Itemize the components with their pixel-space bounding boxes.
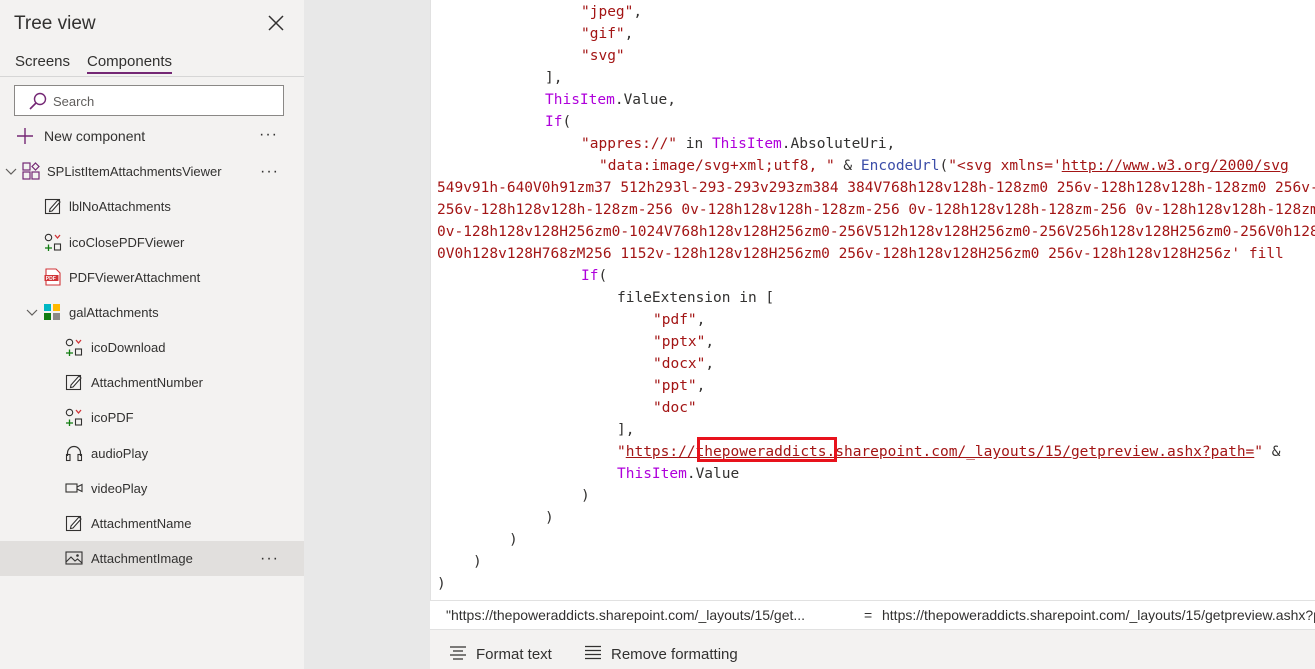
shapes-icon — [65, 408, 83, 426]
formula-result-bar: "https://thepoweraddicts.sharepoint.com/… — [430, 600, 1315, 630]
tree-item-label: icoDownload — [91, 340, 166, 355]
tree-item-label: icoClosePDFViewer — [69, 235, 185, 250]
result-value: https://thepoweraddicts.sharepoint.com/_… — [882, 607, 1315, 623]
tree-item-attachmentname[interactable]: AttachmentName — [0, 506, 304, 541]
svg-text:PDF: PDF — [46, 276, 56, 282]
search-icon — [29, 92, 47, 110]
tree-item-videoplay[interactable]: videoPlay — [0, 471, 304, 506]
format-text-icon — [450, 646, 466, 660]
code-line: ) — [581, 488, 590, 504]
tree-item-attachmentimage[interactable]: AttachmentImage ··· — [0, 541, 304, 576]
result-equals: = — [864, 607, 873, 623]
close-icon[interactable] — [266, 13, 286, 33]
tab-bar: Screens Components — [0, 52, 304, 77]
edit-label-icon — [65, 515, 82, 532]
code-line: "doc" — [653, 400, 697, 416]
result-expression: "https://thepoweraddicts.sharepoint.com/… — [446, 607, 806, 623]
code-line: 0V0h128v128H768zM256 1152v-128h128v128H2… — [437, 246, 1284, 262]
tree-item-label: galAttachments — [69, 305, 159, 320]
tree-item-label: audioPlay — [91, 446, 149, 461]
gallery-icon — [44, 304, 60, 320]
code-line: ) — [437, 576, 446, 592]
code-line: "data:image/svg+xml;utf8, " & EncodeUrl(… — [599, 158, 1289, 174]
tab-screens[interactable]: Screens — [15, 53, 70, 70]
tree-item-galattachments[interactable]: galAttachments — [0, 295, 304, 330]
tree-item-label: icoPDF — [91, 410, 134, 425]
more-options-icon[interactable]: ··· — [260, 164, 279, 180]
tree-item-attachmentnumber[interactable]: AttachmentNumber — [0, 365, 304, 400]
component-icon — [22, 162, 40, 180]
tree-item-lblnoattachments[interactable]: lblNoAttachments — [0, 189, 304, 224]
tree-item-label: PDFViewerAttachment — [69, 270, 201, 285]
tree-item-label: AttachmentName — [91, 516, 192, 531]
edit-label-icon — [65, 374, 82, 391]
tab-components[interactable]: Components — [87, 53, 173, 74]
headphones-icon — [65, 445, 83, 462]
video-icon — [65, 483, 83, 493]
code-line: If( — [545, 114, 572, 130]
code-line: "jpeg", — [581, 4, 643, 20]
search-box[interactable] — [14, 85, 284, 116]
edit-label-icon — [44, 198, 61, 215]
formula-toolbar: Format text Remove formatting — [430, 630, 1315, 669]
code-line: ) — [473, 554, 482, 570]
code-line: 549v91h-640V0h91zm37 512h293l-293-293v29… — [437, 180, 1315, 196]
new-component-more-icon[interactable]: ··· — [259, 127, 278, 143]
code-line: 256v-128h128v128h-128zm-256 0v-128h128v1… — [437, 202, 1315, 218]
code-line: ], — [545, 70, 563, 86]
code-line: fileExtension in [ — [617, 290, 775, 306]
code-line: "gif", — [581, 26, 634, 42]
panel-title: Tree view — [14, 13, 96, 34]
tree-view-panel: Tree view Screens Components New compone… — [0, 0, 304, 669]
code-line: If( — [581, 268, 608, 284]
code-line: "docx", — [653, 356, 715, 372]
code-line: "svg" — [581, 48, 625, 64]
tree-item-label: AttachmentImage — [91, 551, 193, 566]
tree-item-label: AttachmentNumber — [91, 375, 203, 390]
new-component-button[interactable]: New component — [14, 124, 294, 148]
new-component-label: New component — [44, 128, 146, 144]
plus-icon — [17, 128, 33, 144]
code-line: 0v-128h128v128H256zm0-1024V768h128v128H2… — [437, 224, 1315, 240]
canvas-background — [304, 0, 430, 669]
shapes-icon — [65, 338, 83, 356]
tree-item-audioplay[interactable]: audioPlay — [0, 436, 304, 471]
tree-item-icopdf[interactable]: icoPDF — [0, 400, 304, 435]
tree-item-label: videoPlay — [91, 481, 148, 496]
code-line: ThisItem.Value, — [545, 92, 676, 108]
code-line: ThisItem.Value — [617, 466, 740, 482]
tree-item-label: SPListItemAttachmentsViewer — [47, 164, 222, 179]
code-line: ) — [545, 510, 554, 526]
code-line: "pptx", — [653, 334, 715, 350]
code-line: ], — [617, 422, 635, 438]
more-options-icon[interactable]: ··· — [260, 551, 279, 567]
search-input[interactable] — [53, 91, 273, 111]
shapes-icon — [44, 233, 62, 251]
remove-formatting-icon — [585, 645, 601, 660]
tree-item-splistitemattachmentsviewer[interactable]: SPListItemAttachmentsViewer ··· — [0, 154, 304, 189]
highlight-box — [697, 437, 837, 462]
code-line: "pdf", — [653, 312, 706, 328]
tree-item-pdfviewerattachment[interactable]: PDF PDFViewerAttachment — [0, 260, 304, 295]
pdf-icon: PDF — [44, 268, 61, 286]
tree-item-icodownload[interactable]: icoDownload — [0, 330, 304, 365]
image-icon — [65, 551, 83, 565]
tree-item-icoclosepdfviewer[interactable]: icoClosePDFViewer — [0, 225, 304, 260]
chevron-down-icon[interactable] — [5, 165, 17, 177]
chevron-down-icon[interactable] — [26, 306, 38, 318]
tree-item-label: lblNoAttachments — [69, 199, 171, 214]
code-line: "appres://" in ThisItem.AbsoluteUri, — [581, 136, 896, 152]
code-line: "ppt", — [653, 378, 706, 394]
code-line: ) — [509, 532, 518, 548]
formula-editor[interactable]: "jpeg", "gif", "svg" ], ThisItem.Value, … — [430, 0, 1315, 600]
